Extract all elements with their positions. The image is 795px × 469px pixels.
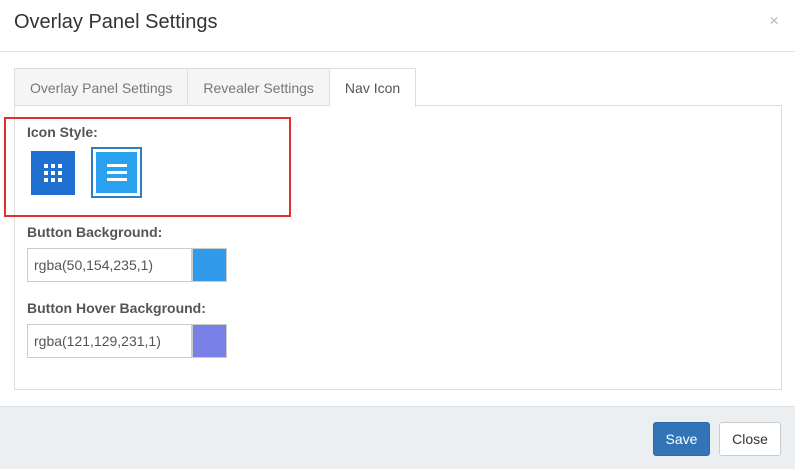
grid-icon bbox=[44, 164, 62, 182]
icon-style-hamburger-option[interactable] bbox=[91, 147, 142, 198]
close-icon[interactable]: × bbox=[769, 12, 779, 29]
dialog-title: Overlay Panel Settings bbox=[14, 11, 218, 33]
tab-overlay-panel-settings[interactable]: Overlay Panel Settings bbox=[14, 68, 189, 106]
button-hover-background-input[interactable] bbox=[27, 324, 192, 358]
tab-bar: Overlay Panel Settings Revealer Settings… bbox=[14, 68, 417, 107]
button-hover-background-label: Button Hover Background: bbox=[27, 300, 206, 316]
hamburger-icon bbox=[106, 164, 127, 181]
save-button[interactable]: Save bbox=[653, 422, 710, 456]
close-button[interactable]: Close bbox=[719, 422, 781, 456]
icon-style-grid-option[interactable] bbox=[31, 151, 75, 195]
button-hover-background-swatch[interactable] bbox=[192, 324, 227, 358]
settings-dialog: Overlay Panel Settings × Overlay Panel S… bbox=[0, 0, 795, 469]
button-background-label: Button Background: bbox=[27, 224, 163, 240]
icon-style-label: Icon Style: bbox=[27, 124, 98, 140]
dialog-header: Overlay Panel Settings × bbox=[0, 0, 795, 52]
tab-nav-icon[interactable]: Nav Icon bbox=[329, 68, 417, 107]
tab-revealer-settings[interactable]: Revealer Settings bbox=[188, 68, 330, 106]
button-background-swatch[interactable] bbox=[192, 248, 227, 282]
button-background-input[interactable] bbox=[27, 248, 192, 282]
